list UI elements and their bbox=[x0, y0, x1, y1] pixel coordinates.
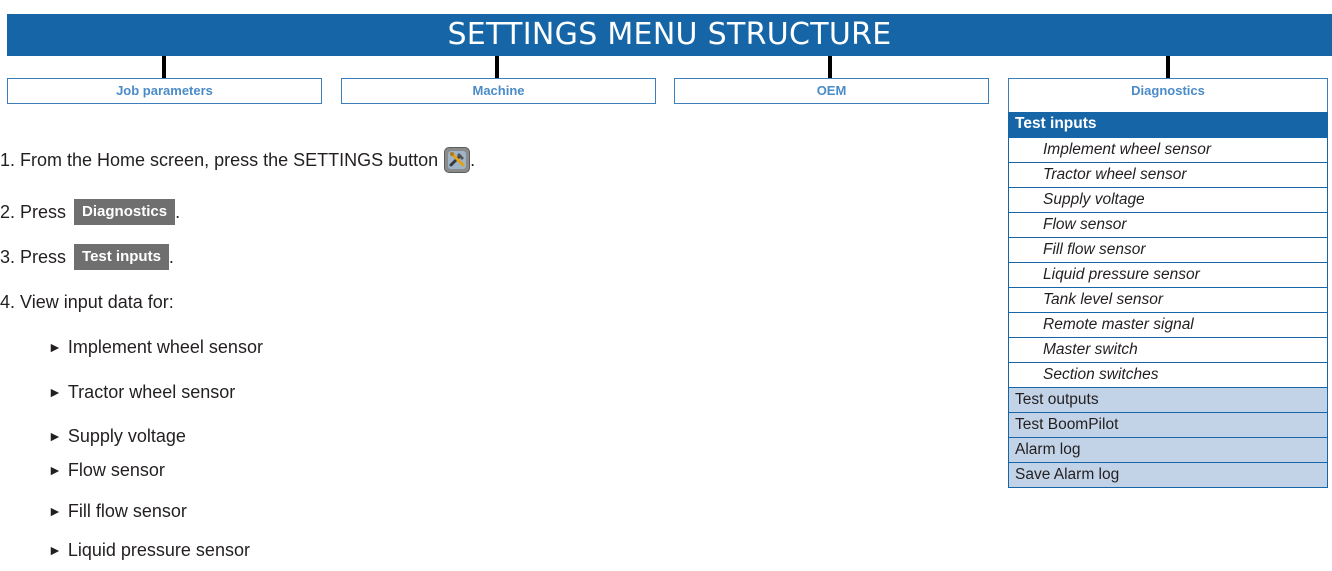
tree-subitem[interactable]: Tractor wheel sensor bbox=[1009, 162, 1327, 187]
test-inputs-button[interactable]: Test inputs bbox=[74, 244, 169, 270]
tree-subitem[interactable]: Tank level sensor bbox=[1009, 287, 1327, 312]
bullet-item: ► Tractor wheel sensor bbox=[48, 379, 235, 405]
bullet-arrow-icon: ► bbox=[48, 384, 62, 400]
step-1-period: . bbox=[470, 150, 476, 170]
tree-subitem[interactable]: Section switches bbox=[1009, 362, 1327, 387]
menu-machine[interactable]: Machine bbox=[341, 78, 656, 104]
step-3-period: . bbox=[168, 247, 174, 267]
tree-item-save-alarm-log[interactable]: Save Alarm log bbox=[1009, 462, 1327, 487]
bullet-text: Liquid pressure sensor bbox=[67, 540, 250, 560]
bullet-item: ► Supply voltage bbox=[48, 423, 186, 449]
step-1-text: 1. From the Home screen, press the SETTI… bbox=[0, 150, 439, 170]
connector-line bbox=[1166, 56, 1170, 78]
bullet-arrow-icon: ► bbox=[48, 339, 62, 355]
bullet-text: Fill flow sensor bbox=[67, 501, 187, 521]
bullet-arrow-icon: ► bbox=[48, 503, 62, 519]
tree-item-alarm-log[interactable]: Alarm log bbox=[1009, 437, 1327, 462]
step-2-period: . bbox=[175, 202, 181, 222]
step-3-text: 3. Press bbox=[0, 247, 67, 267]
bullet-item: ► Fill flow sensor bbox=[48, 498, 187, 524]
menu-diagnostics[interactable]: Diagnostics bbox=[1008, 78, 1328, 112]
bullet-arrow-icon: ► bbox=[48, 428, 62, 444]
step-2-text: 2. Press bbox=[0, 202, 67, 222]
connector-line bbox=[495, 56, 499, 78]
menu-oem[interactable]: OEM bbox=[674, 78, 989, 104]
bullet-text: Tractor wheel sensor bbox=[67, 382, 236, 402]
diagnostics-menu-tree: Test inputs Implement wheel sensor Tract… bbox=[1008, 112, 1328, 488]
tree-subitem[interactable]: Remote master signal bbox=[1009, 312, 1327, 337]
tree-subitem[interactable]: Flow sensor bbox=[1009, 212, 1327, 237]
tree-subitem[interactable]: Fill flow sensor bbox=[1009, 237, 1327, 262]
tree-item-test-boompilot[interactable]: Test BoomPilot bbox=[1009, 412, 1327, 437]
tree-subitem[interactable]: Master switch bbox=[1009, 337, 1327, 362]
connector-line bbox=[828, 56, 832, 78]
page-title-banner: SETTINGS MENU STRUCTURE bbox=[7, 14, 1332, 56]
bullet-item: ► Implement wheel sensor bbox=[48, 334, 263, 360]
bullet-item: ► Liquid pressure sensor bbox=[48, 537, 250, 563]
step-3: 3. Press Test inputs. bbox=[0, 244, 174, 270]
connector-line bbox=[162, 56, 166, 78]
bullet-text: Implement wheel sensor bbox=[67, 337, 263, 357]
bullet-text: Flow sensor bbox=[67, 460, 165, 480]
step-2: 2. Press Diagnostics. bbox=[0, 199, 180, 225]
tree-item-test-outputs[interactable]: Test outputs bbox=[1009, 387, 1327, 412]
menu-job-parameters[interactable]: Job parameters bbox=[7, 78, 322, 104]
step-4: 4. View input data for: bbox=[0, 289, 174, 315]
tree-subitem[interactable]: Supply voltage bbox=[1009, 187, 1327, 212]
tree-header-test-inputs[interactable]: Test inputs bbox=[1009, 112, 1327, 137]
tree-subitem[interactable]: Implement wheel sensor bbox=[1009, 137, 1327, 162]
step-1: 1. From the Home screen, press the SETTI… bbox=[0, 147, 475, 173]
diagnostics-button[interactable]: Diagnostics bbox=[74, 199, 176, 225]
settings-tools-icon[interactable] bbox=[444, 147, 471, 173]
bullet-arrow-icon: ► bbox=[48, 462, 62, 478]
step-4-text: 4. View input data for: bbox=[0, 292, 174, 312]
bullet-arrow-icon: ► bbox=[48, 542, 62, 558]
tree-subitem[interactable]: Liquid pressure sensor bbox=[1009, 262, 1327, 287]
bullet-text: Supply voltage bbox=[67, 426, 186, 446]
bullet-item: ► Flow sensor bbox=[48, 457, 165, 483]
